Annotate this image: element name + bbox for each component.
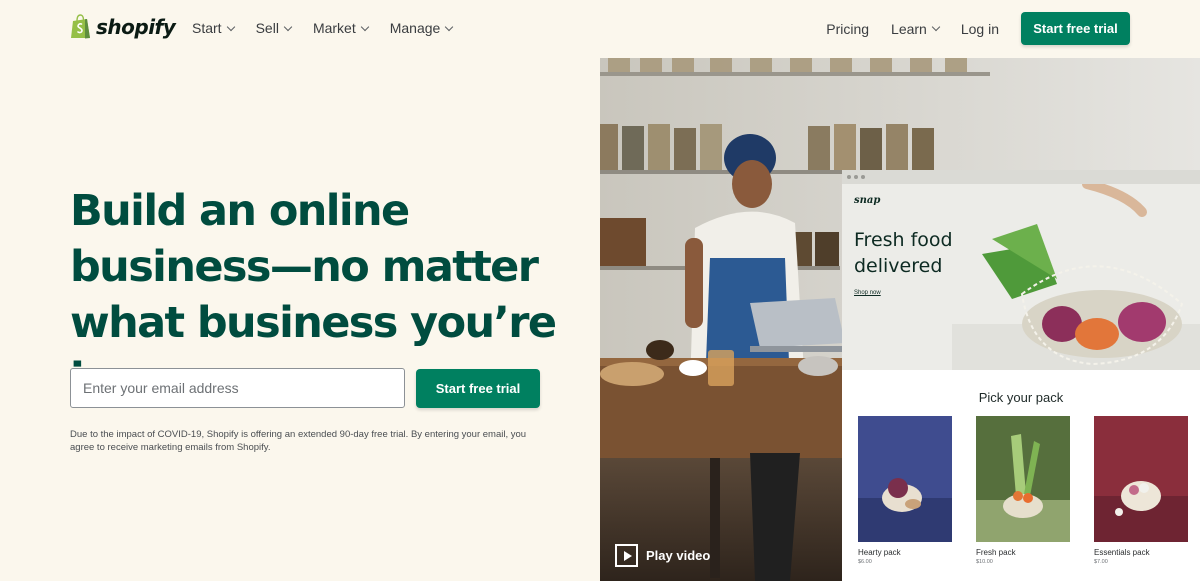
chevron-down-icon [360,22,369,31]
nav-item-pricing[interactable]: Pricing [826,21,869,37]
nav-item-label: Learn [891,20,927,37]
nav-item-manage[interactable]: Manage [389,20,454,36]
pack-name: Fresh pack [976,548,1016,557]
pack-name: Hearty pack [858,548,901,557]
pack-price: $7.00 [1094,559,1108,565]
pack-card-fresh[interactable]: Fresh pack $10.00 [976,416,1070,565]
shopping-bag-icon [71,14,90,39]
pack-image [976,416,1070,542]
top-nav: shopify Start Sell Market Manage Pricing… [0,0,1200,58]
pack-price: $6.00 [858,559,872,565]
pack-price: $10.00 [976,559,993,565]
chevron-down-icon [283,22,293,31]
mockup-hero: snap Fresh food delivered Shop now [842,184,1200,370]
email-input[interactable] [70,368,405,408]
browser-bar [842,170,1200,184]
store-mockup: snap Fresh food delivered Shop now Pick … [842,170,1200,581]
play-video-label: Play video [646,548,711,563]
nav-item-learn[interactable]: Learn [891,20,941,37]
nav-item-label: Start [192,20,222,36]
pack-card-hearty[interactable]: Hearty pack $6.00 [858,416,952,565]
pack-name: Essentials pack [1094,548,1150,557]
trial-disclaimer: Due to the impact of COVID-19, Shopify i… [70,429,527,453]
nav-item-start[interactable]: Start [192,20,235,36]
play-video-button[interactable]: Play video [615,544,710,567]
window-dot-icon [854,175,858,179]
mockup-brand: snap [854,195,881,206]
window-dot-icon [847,175,851,179]
nav-item-label: Manage [389,20,441,36]
nav-item-market[interactable]: Market [312,20,369,36]
mockup-headline: Fresh food delivered [854,229,953,277]
pack-image [1094,416,1188,542]
play-icon [615,544,638,567]
hero-start-trial-button[interactable]: Start free trial [416,369,540,408]
chevron-down-icon [931,22,941,32]
logo-wordmark: shopify [96,15,176,39]
nav-item-label: Market [312,20,356,36]
shopify-logo[interactable]: shopify [70,14,176,40]
pack-image [858,416,952,542]
nav-start-trial-button[interactable]: Start free trial [1021,12,1130,45]
chevron-down-icon [226,22,235,31]
nav-item-sell[interactable]: Sell [255,20,293,36]
chevron-down-icon [445,22,454,31]
nav-item-label: Sell [255,20,279,36]
window-dot-icon [861,175,865,179]
pick-pack-title: Pick your pack [978,390,1064,405]
pack-card-essentials[interactable]: Essentials pack $7.00 [1094,416,1188,565]
nav-left-menu: Start Sell Market Manage [192,20,474,36]
shop-now-link[interactable]: Shop now [854,290,881,296]
login-link[interactable]: Log in [961,21,999,37]
nav-right-menu: Pricing Learn Log in Start free trial [804,12,1130,45]
